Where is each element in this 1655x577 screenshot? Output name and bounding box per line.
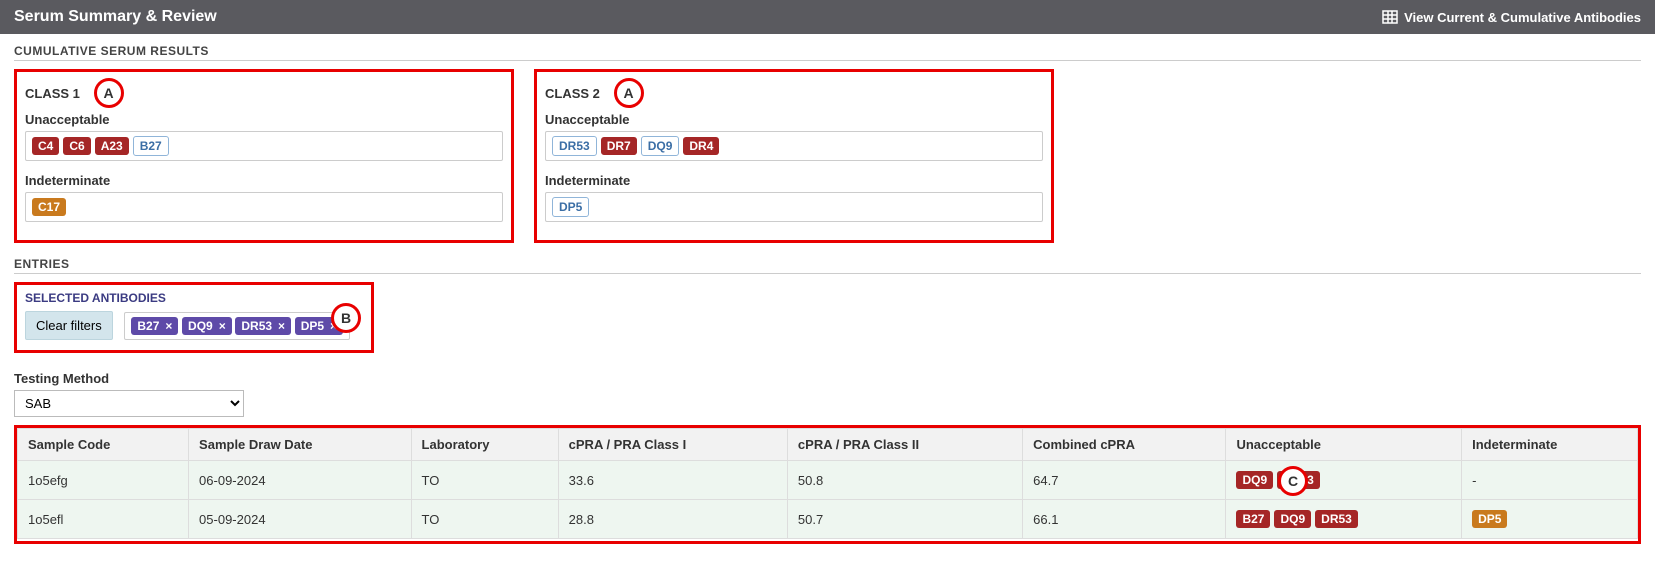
antibody-pill-dp5[interactable]: DP5	[552, 197, 589, 217]
class2-unacceptable-box: DR53DR7DQ9DR4	[545, 131, 1043, 161]
cell-cpra-class1: 33.6	[558, 461, 787, 500]
filter-chip-dr53[interactable]: DR53 ×	[235, 317, 291, 335]
cell-unacceptable: B27DQ9DR53	[1226, 500, 1462, 539]
class1-indeterminate-box: C17	[25, 192, 503, 222]
col-combined-cpra[interactable]: Combined cPRA	[1023, 429, 1226, 461]
view-antibodies-link[interactable]: View Current & Cumulative Antibodies	[1382, 9, 1641, 25]
class1-unacceptable-box: C4C6 A23B27	[25, 131, 503, 161]
callout-b: B	[331, 303, 361, 333]
class1-indeterminate-label: Indeterminate	[25, 173, 503, 188]
antibody-pill-dq9[interactable]: DQ9	[641, 136, 680, 156]
antibody-pill-a23[interactable]: A23	[95, 137, 129, 155]
entries-heading: ENTRIES	[14, 257, 1641, 274]
cell-draw-date: 05-09-2024	[189, 500, 411, 539]
remove-chip-icon[interactable]: ×	[278, 319, 285, 333]
callout-c: C	[1278, 466, 1308, 496]
cell-unacceptable: DQ9DR53	[1226, 461, 1462, 500]
callout-a2: A	[614, 78, 644, 108]
table-row[interactable]: 1o5efg06-09-2024TO33.650.864.7DQ9DR53-	[18, 461, 1638, 500]
antibody-pill-dr7[interactable]: DR7	[601, 137, 637, 155]
antibody-pill-dr4[interactable]: DR4	[683, 137, 719, 155]
antibody-pill-c4[interactable]: C4	[32, 137, 59, 155]
clear-filters-button[interactable]: Clear filters	[25, 311, 113, 340]
cell-laboratory: TO	[411, 461, 558, 500]
class1-panel: CLASS 1 A Unacceptable C4C6 A23B27 Indete…	[14, 69, 514, 243]
col-unacceptable[interactable]: Unacceptable	[1226, 429, 1462, 461]
col-laboratory[interactable]: Laboratory	[411, 429, 558, 461]
remove-chip-icon[interactable]: ×	[219, 319, 226, 333]
antibody-pill-b27: B27	[1236, 510, 1270, 528]
cell-laboratory: TO	[411, 500, 558, 539]
cell-combined-cpra: 64.7	[1023, 461, 1226, 500]
class1-unacceptable-label: Unacceptable	[25, 112, 503, 127]
testing-method-select[interactable]: SAB	[14, 390, 244, 417]
cell-sample-code: 1o5efg	[18, 461, 189, 500]
selected-antibodies-chips: B27 × DQ9 × DR53 × DP5 ×	[124, 312, 350, 340]
selected-antibodies-heading: SELECTED ANTIBODIES	[25, 291, 363, 305]
page-title: Serum Summary & Review	[14, 8, 217, 26]
remove-chip-icon[interactable]: ×	[165, 319, 172, 333]
cell-cpra-class2: 50.8	[787, 461, 1022, 500]
antibody-pill-dr53[interactable]: DR53	[552, 136, 597, 156]
samples-table-frame: C Sample CodeSample Draw DateLaboratoryc…	[14, 425, 1641, 544]
class2-label: CLASS 2	[545, 86, 600, 101]
antibody-pill-dq9: DQ9	[1236, 471, 1273, 489]
table-row[interactable]: 1o5efl05-09-2024TO28.850.766.1B27DQ9DR53…	[18, 500, 1638, 539]
cell-indeterminate: DP5	[1462, 500, 1638, 539]
cell-cpra-class1: 28.8	[558, 500, 787, 539]
table-icon	[1382, 9, 1398, 25]
filter-chip-dq9[interactable]: DQ9 ×	[182, 317, 232, 335]
antibody-pill-b27[interactable]: B27	[133, 136, 169, 156]
antibody-pill-dp5: DP5	[1472, 510, 1507, 528]
class2-indeterminate-label: Indeterminate	[545, 173, 1043, 188]
class2-unacceptable-label: Unacceptable	[545, 112, 1043, 127]
antibody-pill-c17[interactable]: C17	[32, 198, 66, 216]
cumulative-heading: CUMULATIVE SERUM RESULTS	[14, 44, 1641, 61]
page-header: Serum Summary & Review View Current & Cu…	[0, 0, 1655, 34]
cell-indeterminate: -	[1462, 461, 1638, 500]
col-indeterminate[interactable]: Indeterminate	[1462, 429, 1638, 461]
antibody-pill-dr53: DR53	[1315, 510, 1358, 528]
selected-antibodies-panel: SELECTED ANTIBODIES Clear filters B27 × …	[14, 282, 374, 353]
class2-panel: CLASS 2 A Unacceptable DR53DR7DQ9DR4 Ind…	[534, 69, 1054, 243]
samples-table: Sample CodeSample Draw DateLaboratorycPR…	[17, 428, 1638, 539]
testing-method-label: Testing Method	[14, 371, 1641, 386]
callout-a1: A	[94, 78, 124, 108]
cell-draw-date: 06-09-2024	[189, 461, 411, 500]
antibody-pill-c6[interactable]: C6	[63, 137, 90, 155]
col-sample-code[interactable]: Sample Code	[18, 429, 189, 461]
class1-label: CLASS 1	[25, 86, 80, 101]
antibody-pill-dq9: DQ9	[1274, 510, 1311, 528]
cell-cpra-class2: 50.7	[787, 500, 1022, 539]
col-sample-draw-date[interactable]: Sample Draw Date	[189, 429, 411, 461]
class2-indeterminate-box: DP5	[545, 192, 1043, 222]
col-cpra-pra-class-i[interactable]: cPRA / PRA Class I	[558, 429, 787, 461]
cell-sample-code: 1o5efl	[18, 500, 189, 539]
view-antibodies-label: View Current & Cumulative Antibodies	[1404, 10, 1641, 25]
col-cpra-pra-class-ii[interactable]: cPRA / PRA Class II	[787, 429, 1022, 461]
filter-chip-b27[interactable]: B27 ×	[131, 317, 178, 335]
cell-combined-cpra: 66.1	[1023, 500, 1226, 539]
